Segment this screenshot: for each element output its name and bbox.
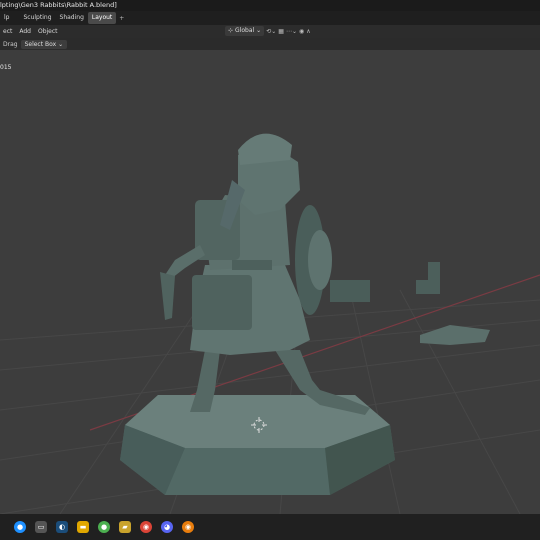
add-workspace-button[interactable]: + [116, 15, 127, 22]
files-icon[interactable]: ▬ [77, 521, 89, 533]
loose-parts [330, 262, 490, 345]
chrome-icon[interactable]: ◉ [140, 521, 152, 533]
transform-tools: ⊹ Global ⌄ ⟲⌄ ▦ ⋯⌄ ◉ ∧ [225, 26, 311, 36]
snap-icon[interactable]: ▦ [278, 28, 284, 35]
explorer-icon[interactable]: ▰ [119, 521, 131, 533]
3d-viewport[interactable]: 015 [0, 50, 540, 514]
rabbit-figure [160, 133, 370, 415]
orientation-dropdown[interactable]: ⊹ Global ⌄ [225, 26, 265, 36]
tab-shading[interactable]: Shading [56, 12, 88, 24]
topbar: lp Sculpting Shading Layout + [0, 11, 540, 25]
orientation-icon: ⊹ [228, 27, 234, 34]
menu-select[interactable]: ect [0, 28, 15, 35]
edge-icon[interactable]: ▭ [35, 521, 47, 533]
proportional-edit-icon[interactable]: ◉ [299, 28, 304, 35]
pivot-icon[interactable]: ⟲⌄ [266, 28, 276, 35]
viewport-scene [0, 133, 540, 514]
steam-icon[interactable]: ◐ [56, 521, 68, 533]
tab-layout[interactable]: Layout [87, 12, 117, 24]
menu-add[interactable]: Add [16, 28, 34, 35]
falloff-icon[interactable]: ∧ [306, 28, 310, 35]
chevron-down-icon: ⌄ [256, 27, 262, 34]
select-mode-dropdown[interactable]: Select Box ⌄ [20, 39, 68, 49]
tool-settings-bar: Drag Select Box ⌄ [0, 38, 540, 50]
drag-label: Drag [3, 40, 18, 48]
tab-sculpting[interactable]: Sculpting [19, 12, 55, 24]
app-icon[interactable]: ● [98, 521, 110, 533]
blender-icon[interactable]: ◉ [182, 521, 194, 533]
discord-icon[interactable]: ◕ [161, 521, 173, 533]
select-mode-label: Select Box [24, 40, 57, 48]
window-title: lpting\Gen3 Rabbits\Rabbit A.blend] [0, 0, 540, 11]
menu-object[interactable]: Object [35, 28, 61, 35]
chevron-down-icon: ⌄ [58, 40, 64, 48]
menu-help[interactable]: lp [0, 12, 13, 24]
windows-icon[interactable]: ● [14, 521, 26, 533]
orientation-label: Global [235, 27, 255, 34]
taskbar: ● ▭ ◐ ▬ ● ▰ ◉ ◕ ◉ [0, 514, 540, 540]
snap-target-icon[interactable]: ⋯⌄ [286, 28, 297, 35]
